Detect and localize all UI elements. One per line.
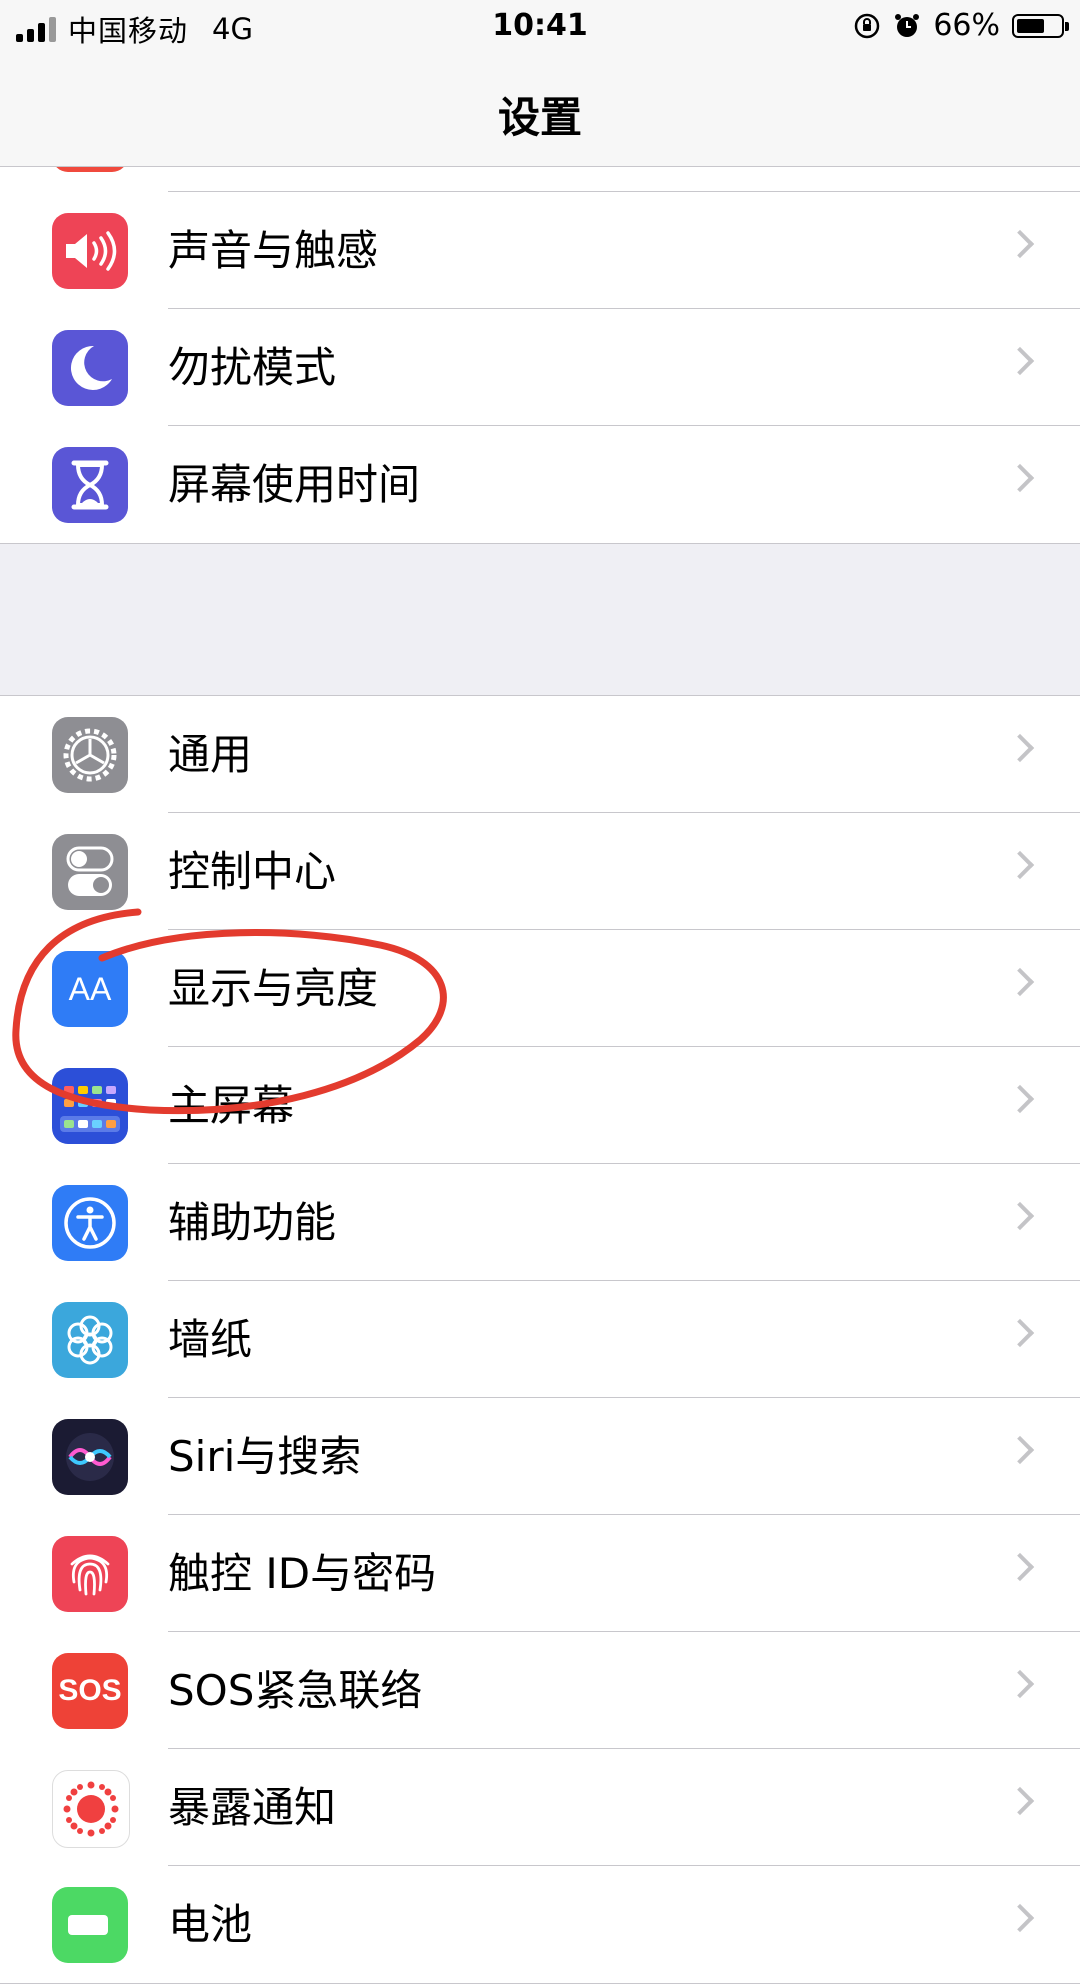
alarm-icon bbox=[895, 13, 920, 37]
toggles-icon bbox=[52, 834, 128, 910]
exposure-icon bbox=[52, 1770, 130, 1848]
sos-icon: SOS bbox=[52, 1653, 128, 1729]
settings-row[interactable]: AA 显示与亮度 bbox=[0, 930, 1080, 1047]
chevron-right-icon bbox=[1005, 346, 1035, 376]
settings-row[interactable]: 触控 ID与密码 bbox=[0, 1515, 1080, 1632]
navigation-bar: 设置 bbox=[0, 56, 1080, 167]
battery-icon bbox=[1012, 13, 1069, 38]
settings-row[interactable]: 暴露通知 bbox=[0, 1749, 1080, 1866]
settings-row[interactable]: Siri与搜索 bbox=[0, 1398, 1080, 1515]
settings-row-label: 墙纸 bbox=[168, 1315, 253, 1364]
orientation-lock-icon bbox=[855, 13, 880, 38]
settings-row[interactable]: 通用 bbox=[0, 696, 1080, 813]
settings-row-label: 声音与触感 bbox=[168, 226, 379, 275]
settings-row-label: 触控 ID与密码 bbox=[168, 1549, 437, 1598]
settings-row[interactable]: 墙纸 bbox=[0, 1281, 1080, 1398]
icon-text: SOS bbox=[58, 1674, 122, 1707]
settings-row-label: 暴露通知 bbox=[168, 1783, 337, 1832]
moon-icon bbox=[52, 330, 128, 406]
chevron-right-icon bbox=[1005, 229, 1035, 259]
battery-icon bbox=[52, 1887, 128, 1963]
settings-row[interactable]: 勿扰模式 bbox=[0, 309, 1080, 426]
settings-row-label: 控制中心 bbox=[168, 847, 337, 896]
speaker-icon bbox=[52, 213, 128, 289]
chevron-right-icon bbox=[1005, 850, 1035, 880]
settings-row-label: Siri与搜索 bbox=[168, 1432, 362, 1481]
battery-percent: 66% bbox=[933, 8, 1000, 43]
settings-row[interactable]: 控制中心 bbox=[0, 813, 1080, 930]
chevron-right-icon bbox=[1005, 1318, 1035, 1348]
settings-row-label: 辅助功能 bbox=[168, 1198, 337, 1247]
chevron-right-icon bbox=[1005, 463, 1035, 493]
status-right: 66% bbox=[853, 8, 1069, 43]
chevron-right-icon bbox=[1005, 1669, 1035, 1699]
settings-group-2: 通用控制中心 AA 显示与亮度主屏幕辅助功能墙纸 Siri与搜索触控 ID与密码 SOS… bbox=[0, 695, 1080, 1984]
settings-row-label: 通用 bbox=[168, 730, 253, 779]
gear-icon bbox=[52, 717, 128, 793]
settings-row[interactable]: 辅助功能 bbox=[0, 1164, 1080, 1281]
home-screen-icon bbox=[52, 1068, 128, 1144]
settings-row-label: SOS紧急联络 bbox=[168, 1666, 423, 1715]
settings-row[interactable]: 电池 bbox=[0, 1866, 1080, 1983]
chevron-right-icon bbox=[1005, 1435, 1035, 1465]
chevron-right-icon bbox=[1005, 1786, 1035, 1816]
settings-row-label: 电池 bbox=[168, 1900, 253, 1949]
settings-row-label: 勿扰模式 bbox=[168, 343, 337, 392]
status-bar: 中国移动 4G 10:41 66% bbox=[0, 0, 1080, 56]
chevron-right-icon bbox=[1005, 733, 1035, 763]
page-title: 设置 bbox=[497, 93, 582, 142]
siri-icon bbox=[52, 1419, 128, 1495]
wallpaper-flower-icon bbox=[52, 1302, 128, 1378]
fingerprint-icon bbox=[52, 1536, 128, 1612]
hourglass-icon bbox=[52, 447, 128, 523]
settings-row-label: 主屏幕 bbox=[168, 1081, 295, 1130]
chevron-right-icon bbox=[1005, 1084, 1035, 1114]
settings-row-label: 显示与亮度 bbox=[168, 964, 379, 1013]
text-size-icon: AA bbox=[52, 951, 128, 1027]
chevron-right-icon bbox=[1005, 1552, 1035, 1582]
settings-row[interactable]: 声音与触感 bbox=[0, 192, 1080, 309]
settings-group-1: 通知声音与触感勿扰模式屏幕使用时间 bbox=[0, 96, 1080, 544]
settings-row[interactable]: 屏幕使用时间 bbox=[0, 426, 1080, 543]
settings-row-label: 屏幕使用时间 bbox=[168, 460, 421, 509]
chevron-right-icon bbox=[1005, 1903, 1035, 1933]
icon-text: AA bbox=[68, 970, 112, 1007]
settings-row[interactable]: SOS SOS紧急联络 bbox=[0, 1632, 1080, 1749]
chevron-right-icon bbox=[1005, 967, 1035, 997]
chevron-right-icon bbox=[1005, 1201, 1035, 1231]
accessibility-icon bbox=[52, 1185, 128, 1261]
settings-row[interactable]: 主屏幕 bbox=[0, 1047, 1080, 1164]
